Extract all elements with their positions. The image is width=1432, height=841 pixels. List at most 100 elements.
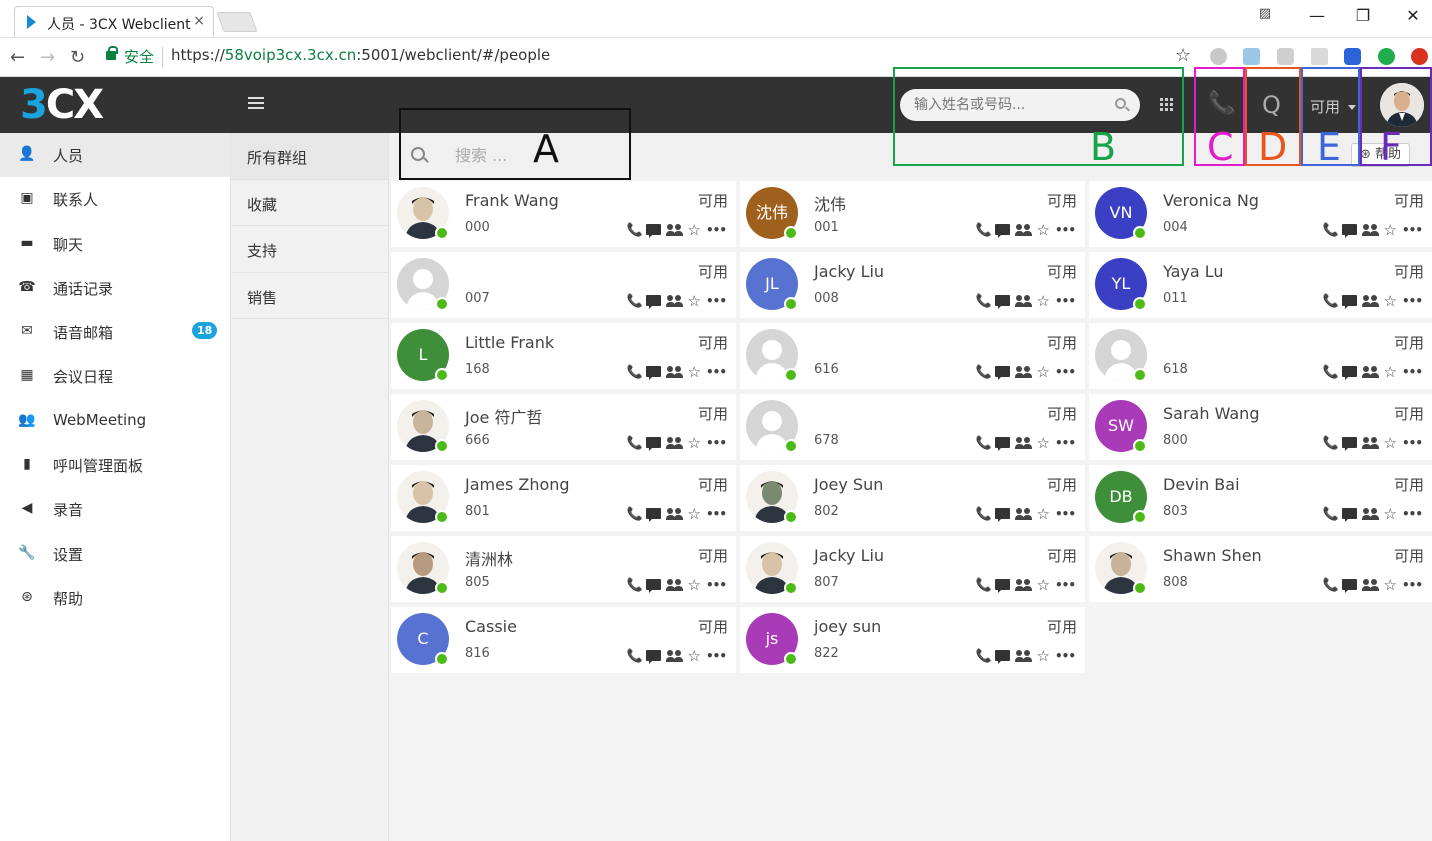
conference-icon[interactable] <box>1014 365 1032 378</box>
extension-grammar-icon[interactable] <box>1378 48 1395 65</box>
call-icon[interactable]: 📞 <box>976 294 992 309</box>
minimize-icon[interactable]: — <box>1302 6 1332 25</box>
chat-icon[interactable] <box>1341 437 1357 451</box>
sidebar-item-chat[interactable]: ▬ 聊天 <box>0 222 230 266</box>
conference-icon[interactable] <box>1361 507 1379 520</box>
reload-icon[interactable]: ↻ <box>70 47 85 68</box>
more-options-icon[interactable]: ••• <box>1055 364 1076 380</box>
more-options-icon[interactable]: ••• <box>706 364 727 380</box>
favorite-star-icon[interactable]: ☆ <box>1037 364 1050 380</box>
browser-tab[interactable]: 人员 - 3CX Webclient × <box>14 6 214 37</box>
call-icon[interactable]: 📞 <box>976 578 992 593</box>
sidebar-item-calendar[interactable]: ▦ 会议日程 <box>0 354 230 398</box>
conference-icon[interactable] <box>665 507 683 520</box>
extension-vpn-icon[interactable] <box>1344 48 1361 65</box>
call-icon[interactable]: 📞 <box>976 223 992 238</box>
favorite-star-icon[interactable]: ☆ <box>688 577 701 593</box>
close-window-icon[interactable]: ✕ <box>1398 6 1428 25</box>
contact-card[interactable]: L Little Frank 168 可用 📞 ☆ ••• <box>391 323 736 389</box>
more-options-icon[interactable]: ••• <box>706 506 727 522</box>
extension-bird-icon[interactable] <box>1311 48 1328 65</box>
extension-shield-icon[interactable] <box>1277 48 1294 65</box>
conference-icon[interactable] <box>1014 507 1032 520</box>
conference-icon[interactable] <box>665 223 683 236</box>
chat-icon[interactable] <box>645 650 661 664</box>
chat-icon[interactable] <box>645 295 661 309</box>
chat-icon[interactable] <box>994 295 1010 309</box>
favorite-star-icon[interactable]: ☆ <box>688 506 701 522</box>
favorite-star-icon[interactable]: ☆ <box>1384 364 1397 380</box>
contact-card[interactable]: Joey Sun 802 可用 📞 ☆ ••• <box>740 465 1085 531</box>
favorite-star-icon[interactable]: ☆ <box>688 222 701 238</box>
conference-icon[interactable] <box>665 578 683 591</box>
conference-icon[interactable] <box>1361 223 1379 236</box>
group-item[interactable]: 所有群组 <box>231 133 388 180</box>
call-icon[interactable]: 📞 <box>976 436 992 451</box>
favorite-star-icon[interactable]: ☆ <box>1384 506 1397 522</box>
call-icon[interactable]: 📞 <box>627 578 643 593</box>
contact-card[interactable]: JL Jacky Liu 008 可用 📞 ☆ ••• <box>740 252 1085 318</box>
contact-card[interactable]: C Cassie 816 可用 📞 ☆ ••• <box>391 607 736 673</box>
sidebar-item-call-history[interactable]: ☎ 通话记录 <box>0 266 230 310</box>
more-options-icon[interactable]: ••• <box>1055 577 1076 593</box>
sidebar-item-contacts[interactable]: ▣ 联系人 <box>0 177 230 221</box>
contact-card[interactable]: Frank Wang 000 可用 📞 ☆ ••• <box>391 181 736 247</box>
chat-icon[interactable] <box>994 579 1010 593</box>
group-item[interactable]: 收藏 <box>231 180 388 226</box>
favorite-star-icon[interactable]: ☆ <box>1037 435 1050 451</box>
call-icon[interactable]: 📞 <box>627 294 643 309</box>
call-icon[interactable]: 📞 <box>1323 365 1339 380</box>
favorite-star-icon[interactable]: ☆ <box>1037 293 1050 309</box>
conference-icon[interactable] <box>1014 294 1032 307</box>
restore-icon[interactable]: ❐ <box>1348 6 1378 25</box>
call-icon[interactable]: 📞 <box>1323 578 1339 593</box>
contact-card[interactable]: YL Yaya Lu 011 可用 📞 ☆ ••• <box>1089 252 1432 318</box>
more-options-icon[interactable]: ••• <box>706 648 727 664</box>
extension-mail-icon[interactable] <box>1243 48 1260 65</box>
contact-card[interactable]: 616 可用 📞 ☆ ••• <box>740 323 1085 389</box>
favorite-star-icon[interactable]: ☆ <box>688 648 701 664</box>
conference-icon[interactable] <box>1014 649 1032 662</box>
sidebar-item-webmeeting[interactable]: 👥 WebMeeting <box>0 399 230 443</box>
chat-icon[interactable] <box>1341 295 1357 309</box>
bookmark-star-icon[interactable]: ☆ <box>1175 45 1191 66</box>
contact-card[interactable]: 678 可用 📞 ☆ ••• <box>740 394 1085 460</box>
favorite-star-icon[interactable]: ☆ <box>1037 222 1050 238</box>
chat-icon[interactable] <box>645 224 661 238</box>
chat-icon[interactable] <box>994 650 1010 664</box>
chat-icon[interactable] <box>645 366 661 380</box>
more-options-icon[interactable]: ••• <box>1055 435 1076 451</box>
call-icon[interactable]: 📞 <box>627 365 643 380</box>
conference-icon[interactable] <box>1361 365 1379 378</box>
chat-icon[interactable] <box>1341 508 1357 522</box>
url-text[interactable]: https://58voip3cx.3cx.cn:5001/webclient/… <box>171 46 550 64</box>
contact-card[interactable]: Jacky Liu 807 可用 📞 ☆ ••• <box>740 536 1085 602</box>
menu-toggle-icon[interactable] <box>248 97 264 111</box>
contact-card[interactable]: 清洲林 805 可用 📞 ☆ ••• <box>391 536 736 602</box>
contact-card[interactable]: 618 可用 📞 ☆ ••• <box>1089 323 1432 389</box>
conference-icon[interactable] <box>665 436 683 449</box>
call-icon[interactable]: 📞 <box>1323 436 1339 451</box>
contact-card[interactable]: 沈伟 沈伟 001 可用 📞 ☆ ••• <box>740 181 1085 247</box>
chat-icon[interactable] <box>994 437 1010 451</box>
more-options-icon[interactable]: ••• <box>1402 506 1423 522</box>
favorite-star-icon[interactable]: ☆ <box>1384 435 1397 451</box>
call-icon[interactable]: 📞 <box>1323 507 1339 522</box>
tab-close-icon[interactable]: × <box>193 13 205 29</box>
more-options-icon[interactable]: ••• <box>706 435 727 451</box>
more-options-icon[interactable]: ••• <box>1055 506 1076 522</box>
conference-icon[interactable] <box>665 649 683 662</box>
chat-icon[interactable] <box>645 508 661 522</box>
favorite-star-icon[interactable]: ☆ <box>1037 577 1050 593</box>
conference-icon[interactable] <box>665 294 683 307</box>
sidebar-item-bar-chart[interactable]: ▮ 呼叫管理面板 <box>0 443 230 487</box>
back-icon[interactable]: ← <box>10 47 25 68</box>
favorite-star-icon[interactable]: ☆ <box>1384 222 1397 238</box>
conference-icon[interactable] <box>1014 223 1032 236</box>
extension-globe-icon[interactable] <box>1210 48 1227 65</box>
conference-icon[interactable] <box>1014 436 1032 449</box>
group-item[interactable]: 支持 <box>231 226 388 273</box>
favorite-star-icon[interactable]: ☆ <box>1037 506 1050 522</box>
forward-icon[interactable]: → <box>40 47 55 68</box>
chat-icon[interactable] <box>645 579 661 593</box>
